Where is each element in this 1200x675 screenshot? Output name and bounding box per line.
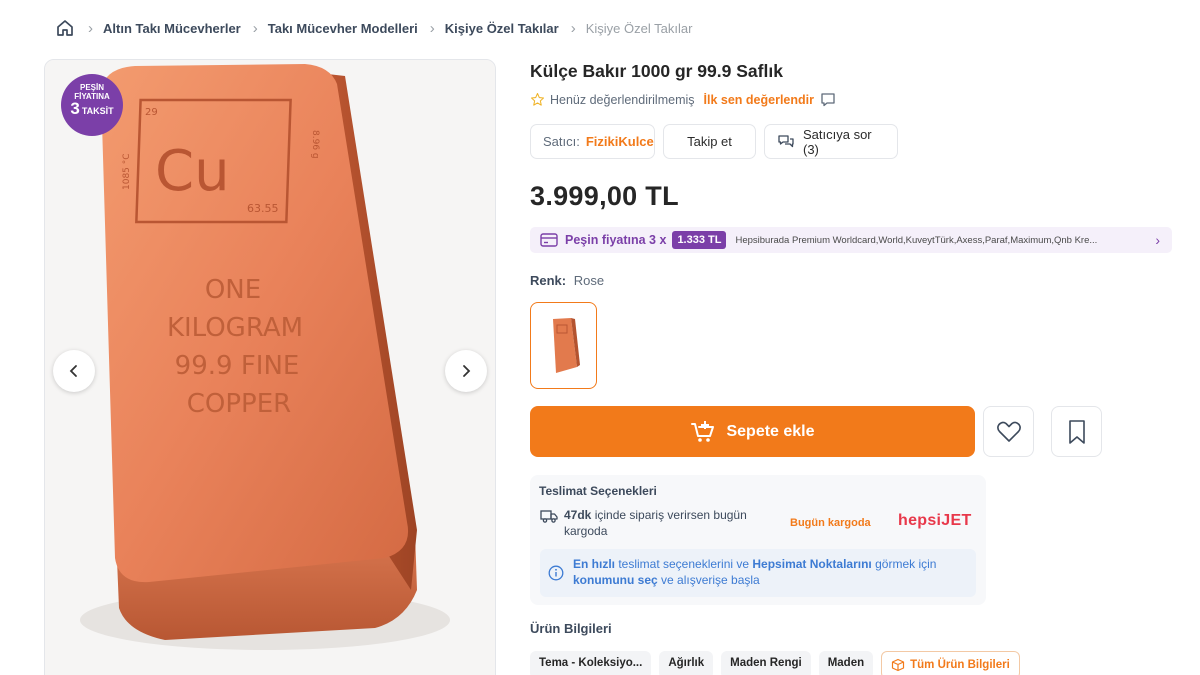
product-title: Külçe Bakır 1000 gr 99.9 Saflık [530,61,783,81]
spec-tab-metal[interactable]: Maden [818,651,874,675]
info-text-3: ve alışverişe başla [657,573,760,587]
all-product-info-button[interactable]: Tüm Ürün Bilgileri [881,651,1020,675]
spec-tab-weight[interactable]: Ağırlık [659,651,714,675]
rate-product-link[interactable]: İlk sen değerlendir [704,93,814,107]
color-row: Renk: Rose [530,273,604,288]
info-bold-fastest: En hızlı [573,557,615,571]
badge-taksit: TAKSİT [81,106,114,116]
rating-row: Henüz değerlendirilmemiş İlk sen değerle… [530,92,836,107]
breadcrumb: › Altın Takı Mücevherler › Takı Mücevher… [54,16,692,40]
chevron-right-icon [463,365,471,377]
today-shipping-badge: Bugün kargoda [790,517,871,529]
credit-card-icon [540,233,558,247]
chevron-left-icon [69,365,77,377]
delivery-title: Teslimat Seçenekleri [539,484,657,498]
seller-label: Satıcı: [543,134,580,149]
hepsijet-logo: hepsiJET [898,512,972,530]
delivery-desc: içinde sipariş verirsen bugün kargoda [564,508,747,538]
heart-icon [996,421,1021,442]
rating-status: Henüz değerlendirilmemiş [550,92,695,107]
swatch-thumbnail [552,317,580,373]
delivery-time-text: 47dk içinde sipariş verirsen bugün kargo… [564,507,764,539]
chat-bubbles-icon [777,133,795,151]
add-to-cart-button[interactable]: Sepete ekle [530,406,975,457]
melting-point-text: 1085 °C [122,153,132,190]
breadcrumb-separator: › [570,19,576,37]
location-info-box[interactable]: En hızlı teslimat seçeneklerini ve Hepsi… [540,549,976,597]
bookmark-icon [1068,419,1085,444]
hepsijet-logo-hepsi: hepsi [898,512,942,529]
gallery-next-button[interactable] [445,350,487,392]
breadcrumb-current: Kişiye Özel Takılar [585,20,693,36]
all-product-info-label: Tüm Ürün Bilgileri [910,659,1010,671]
breadcrumb-separator: › [252,19,258,37]
add-to-cart-label: Sepete ekle [726,422,815,440]
element-symbol-text: Cu [155,139,230,204]
breadcrumb-link[interactable]: Takı Mücevher Modelleri [268,21,418,36]
info-bold-hepsimat: Hepsimat Noktalarını [752,557,872,571]
breadcrumb-link[interactable]: Altın Takı Mücevherler [103,21,241,36]
atomic-mass-text: 63.55 [247,202,279,215]
color-label: Renk: [530,273,567,288]
breadcrumb-link[interactable]: Kişiye Özel Takılar [445,21,559,36]
badge-number: 3 [70,99,80,118]
home-icon[interactable] [54,17,76,39]
follow-button[interactable]: Takip et [663,124,756,159]
save-list-button[interactable] [1051,406,1102,457]
spec-tab-metal-color[interactable]: Maden Rengi [721,651,811,675]
info-text-1: teslimat seçeneklerini ve [615,557,753,571]
density-text: 8.96 g [310,130,320,159]
ask-seller-label: Satıcıya sor (3) [803,126,872,157]
info-text-2: görmek için [871,557,937,571]
favorite-button[interactable] [983,406,1034,457]
engraving-line-2: KILOGRAM [167,313,303,343]
product-price: 3.999,00 TL [530,181,679,211]
engraving-line-3: 99.9 FINE [175,351,300,381]
box-icon [891,658,905,672]
delivery-time: 47dk [564,508,592,522]
installment-banks: Hepsiburada Premium Worldcard,World,Kuve… [735,234,1098,246]
breadcrumb-separator: › [88,19,93,37]
badge-line-3: 3 TAKSİT [61,99,123,119]
comment-icon[interactable] [820,92,836,107]
select-location-link[interactable]: konumunu seç [573,573,658,587]
spec-tab-theme[interactable]: Tema - Koleksiyo... [530,651,652,675]
product-gallery: 29 Cu 63.55 1085 °C 8.96 g ONE KILOGRAM … [44,59,496,675]
cart-plus-icon [690,420,716,444]
delivery-options: Teslimat Seçenekleri 47dk içinde sipariş… [530,475,986,605]
color-swatch-rose[interactable] [530,302,597,389]
installment-label: Peşin fiyatına 3 x [565,233,667,247]
engraving-line-4: COPPER [187,389,291,419]
engraving-line-1: ONE [205,275,261,305]
hepsijet-logo-jet: JET [941,512,972,529]
seller-name[interactable]: FizikiKulce [586,134,654,149]
location-info-text: En hızlı teslimat seçeneklerini ve Hepsi… [573,556,968,588]
info-icon [548,565,564,581]
seller-chip[interactable]: Satıcı: FizikiKulce [530,124,655,159]
chevron-right-icon[interactable]: › [1155,232,1160,248]
installment-amount: 1.333 TL [672,231,727,249]
seller-row: Satıcı: FizikiKulce Takip et Satıcıya so… [530,124,898,159]
installment-badge: PEŞİN FİYATINA 3 TAKSİT [61,74,123,136]
atomic-number-text: 29 [145,107,158,118]
spec-tabs: Tema - Koleksiyo... Ağırlık Maden Rengi … [530,651,1020,675]
ask-seller-button[interactable]: Satıcıya sor (3) [764,124,898,159]
product-info-title: Ürün Bilgileri [530,621,612,636]
star-icon [530,92,545,106]
gallery-prev-button[interactable] [53,350,95,392]
breadcrumb-separator: › [429,19,435,37]
installment-bar[interactable]: Peşin fiyatına 3 x 1.333 TL Hepsiburada … [530,227,1172,253]
badge-line-1: PEŞİN [79,83,104,92]
truck-icon [540,509,558,523]
product-image[interactable]: 29 Cu 63.55 1085 °C 8.96 g ONE KILOGRAM … [45,60,496,675]
color-value: Rose [573,273,605,288]
